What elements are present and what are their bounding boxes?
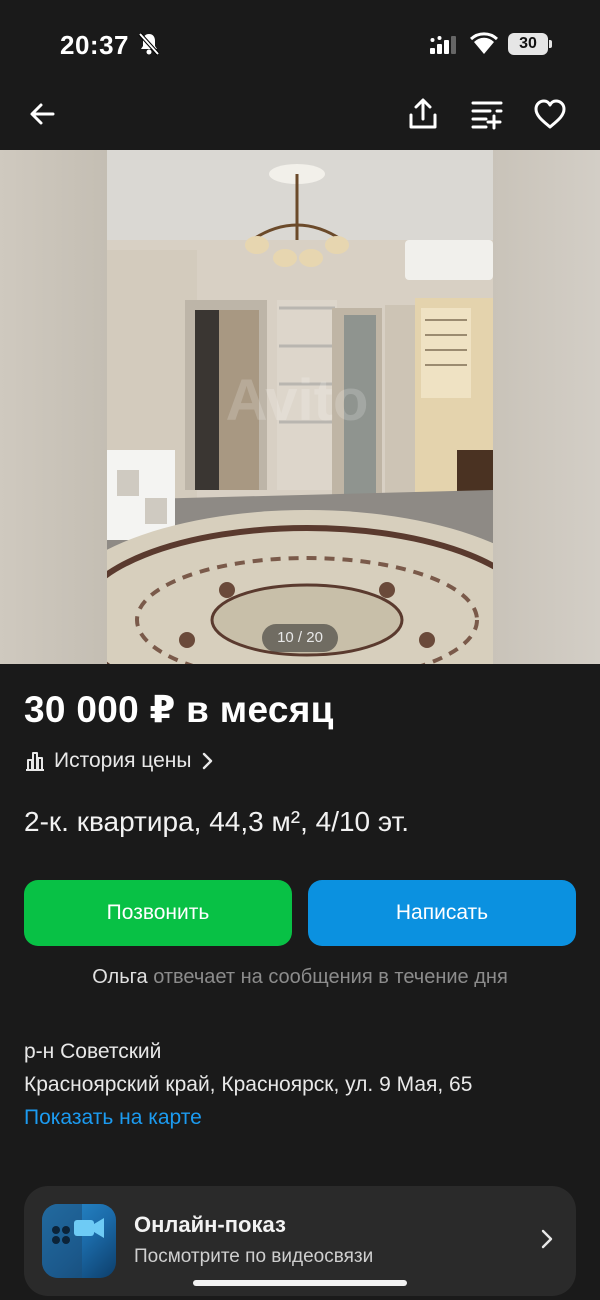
online-viewing-subtitle: Посмотрите по видеосвязи	[134, 1246, 374, 1267]
call-button-label: Позвонить	[106, 901, 210, 924]
listing-title: 2-к. квартира, 44,3 м², 4/10 эт.	[24, 806, 410, 837]
share-button[interactable]	[403, 94, 443, 134]
back-button[interactable]	[22, 94, 62, 134]
write-button-label: Написать	[395, 901, 489, 924]
seller-response-info: Ольга отвечает на сообщения в течение дн…	[0, 966, 600, 989]
apartment-photo[interactable]: Avito	[107, 150, 493, 664]
status-bar: 20:37 30	[0, 0, 600, 80]
show-on-map-link[interactable]: Показать на карте	[24, 1106, 202, 1130]
top-nav-bar	[0, 80, 600, 150]
seller-response-time: отвечает на сообщения в течение дня	[153, 966, 508, 988]
photo-counter: 10 / 20	[262, 624, 338, 652]
compare-icon	[471, 101, 503, 130]
battery-indicator: 30	[508, 33, 548, 55]
call-button[interactable]: Позвонить	[24, 880, 292, 946]
price: 30 000 ₽ в месяц	[24, 689, 334, 730]
seller-name: Ольга	[92, 966, 148, 988]
back-arrow-icon	[30, 103, 55, 125]
home-indicator[interactable]	[193, 1280, 407, 1286]
compare-button[interactable]	[467, 94, 507, 134]
address: Красноярский край, Красноярск, ул. 9 Мая…	[24, 1073, 473, 1096]
price-history-link[interactable]: История цены	[24, 746, 221, 776]
favorite-heart-icon	[534, 99, 566, 129]
favorite-button[interactable]	[530, 94, 570, 134]
district: р-н Советский	[24, 1040, 162, 1063]
write-button[interactable]: Написать	[308, 880, 576, 946]
bell-off-icon	[138, 32, 160, 56]
chevron-right-icon	[541, 1229, 553, 1249]
share-icon	[409, 98, 437, 129]
video-call-icon	[42, 1204, 116, 1278]
chart-bars-icon	[26, 752, 44, 771]
wifi-icon	[470, 32, 498, 54]
cellular-signal-icon	[430, 36, 456, 54]
chevron-right-icon	[203, 752, 213, 770]
photo-gallery[interactable]: Avito	[0, 150, 600, 664]
gallery-blur-left	[0, 150, 107, 664]
status-time: 20:37	[60, 30, 129, 60]
watermark: Avito	[226, 368, 369, 433]
online-viewing-title: Онлайн-показ	[134, 1212, 286, 1237]
gallery-blur-right	[493, 150, 600, 664]
battery-tip	[549, 40, 552, 48]
price-history-label: История цены	[54, 749, 192, 772]
